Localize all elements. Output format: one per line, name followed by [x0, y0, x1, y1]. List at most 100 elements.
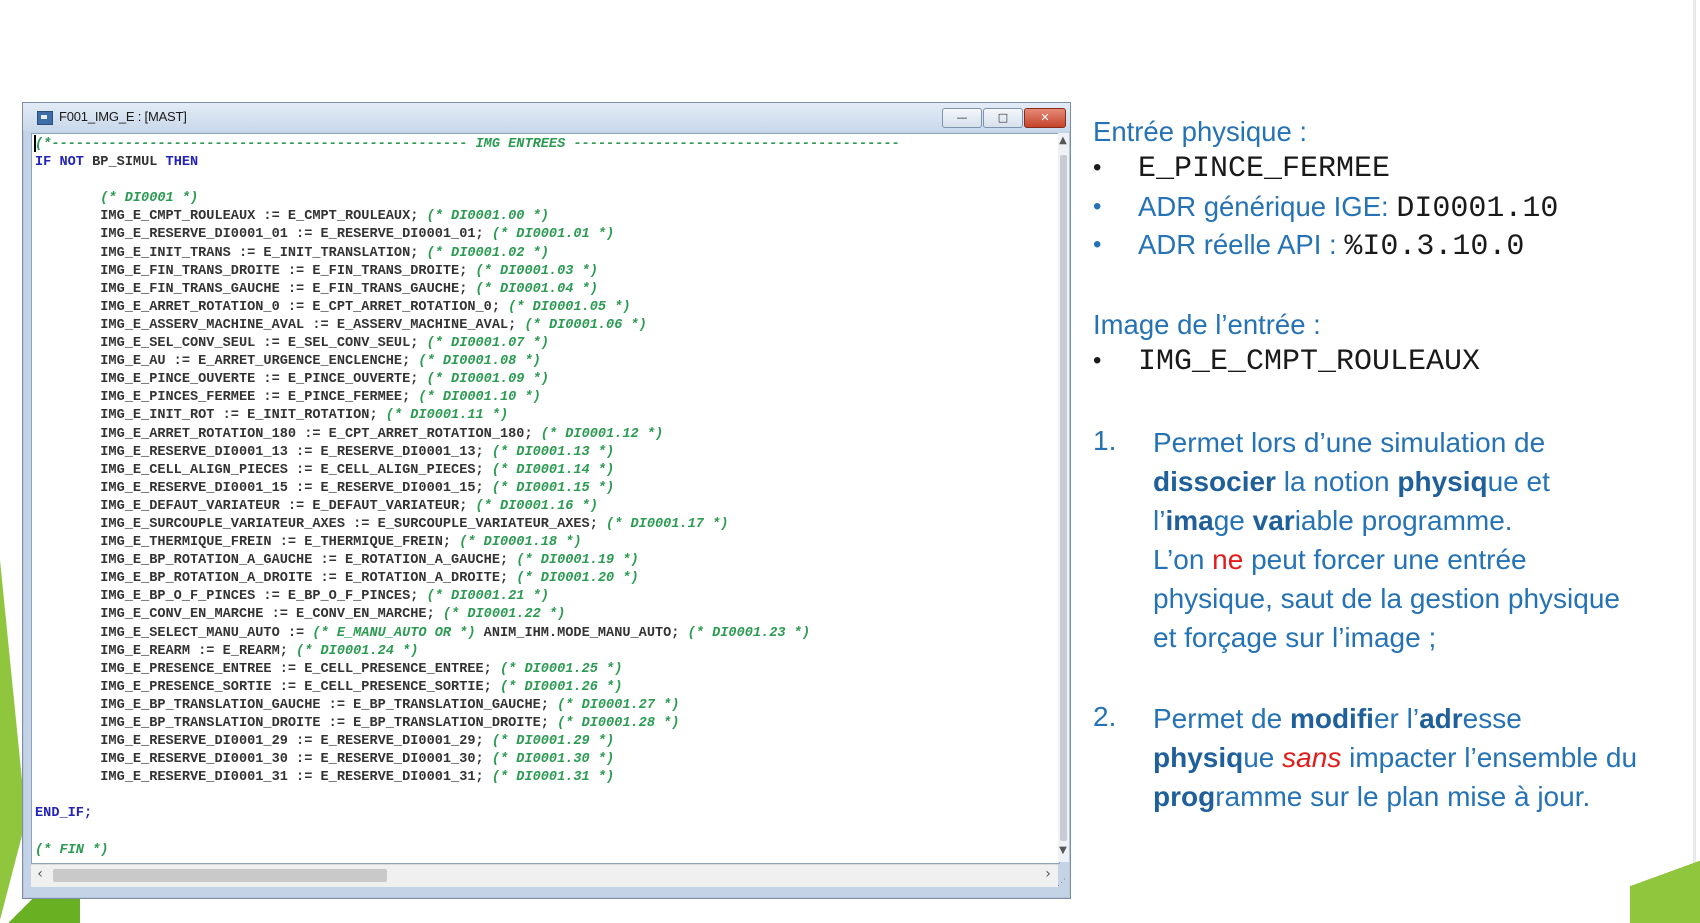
text-run: peut forcer une entrée [1243, 544, 1527, 575]
text-run: physiq [1153, 742, 1244, 773]
code-token: IMG_E_ARRET_ROTATION_0 := E_CPT_ARRET_RO… [35, 299, 509, 315]
code-keyword: END_IF; [35, 806, 93, 822]
minimize-button[interactable]: — [942, 108, 982, 128]
code-comment: (* DI0001.03 *) [475, 263, 598, 279]
item1-text: Permet lors d’une simulation de dissocier… [1153, 423, 1700, 657]
bullet-icon: • [1093, 231, 1102, 258]
code-comment: (* DI0001.18 *) [459, 535, 582, 551]
generic-address-value: DI0001.10 [1396, 192, 1559, 226]
code-token: IMG_E_AU := E_ARRET_URGENCE_ENCLENCHE; [35, 354, 419, 370]
text-run: ne [1212, 544, 1244, 575]
text-run: la notion [1275, 466, 1398, 497]
code-line: IMG_E_BP_O_F_PINCES := E_BP_O_F_PINCES; … [35, 588, 1035, 606]
code-comment: (* DI0001.21 *) [426, 589, 549, 605]
signal-name: E_PINCE_FERMEE [1138, 152, 1391, 186]
scroll-down-icon[interactable]: ▼ [1057, 845, 1069, 859]
decor-right-triangle [1630, 810, 1700, 923]
code-token: IMG_E_FIN_TRANS_DROITE := E_FIN_TRANS_DR… [35, 263, 476, 279]
code-comment: (* DI0001.26 *) [499, 679, 623, 695]
code-line: IMG_E_PINCE_OUVERTE := E_PINCE_OUVERTE; … [35, 371, 1035, 389]
code-line: IMG_E_SURCOUPLE_VARIATEUR_AXES := E_SURC… [35, 516, 1035, 534]
code-token: IMG_E_FIN_TRANS_GAUCHE := E_FIN_TRANS_GA… [35, 281, 476, 297]
item2-number: 2. [1093, 701, 1117, 732]
text-run: er l’ [1373, 703, 1420, 734]
code-comment: (* DI0001.24 *) [296, 643, 419, 659]
code-comment: (* DI0001.23 *) [687, 625, 810, 641]
text-run: ge [1213, 505, 1253, 536]
code-line: IMG_E_REARM := E_REARM; (* DI0001.24 *) [35, 643, 1035, 661]
code-comment: (* DI0001.12 *) [540, 426, 664, 442]
horizontal-scroll-thumb[interactable] [53, 869, 387, 882]
code-comment: (* DI0001.15 *) [491, 480, 615, 496]
code-token: IMG_E_CMPT_ROULEAUX := E_CMPT_ROULEAUX; [35, 209, 427, 225]
text-line: et forçage sur l’image ; [1153, 618, 1700, 657]
code-token: IMG_E_THERMIQUE_FREIN := E_THERMIQUE_FRE… [35, 535, 460, 551]
close-button[interactable]: ✕ [1024, 108, 1066, 128]
text-run: iable programme. [1294, 505, 1513, 536]
maximize-button[interactable]: □ [983, 108, 1023, 128]
item2-text: Permet de modifier l’adresse physique san… [1153, 699, 1700, 816]
code-line: (*--------------------------------------… [35, 136, 1035, 154]
window-titlebar[interactable]: F001_IMG_E : [MAST] — □ ✕ [23, 103, 1070, 131]
code-line: IMG_E_BP_TRANSLATION_DROITE := E_BP_TRAN… [35, 715, 1035, 733]
slide: F001_IMG_E : [MAST] — □ ✕ (*------------… [0, 0, 1700, 923]
text-run: physiq [1397, 466, 1488, 497]
code-comment: (* DI0001.14 *) [491, 462, 615, 478]
code-token: IMG_E_SEL_CONV_SEUL := E_SEL_CONV_SEUL; [35, 336, 427, 352]
code-comment: (* DI0001.00 *) [426, 209, 549, 225]
real-address-label: ADR réelle API : [1138, 229, 1345, 260]
code-keyword: IF [35, 155, 60, 171]
code-keyword: THEN [165, 155, 199, 171]
code-comment: (* DI0001.25 *) [499, 661, 623, 677]
resize-grip-icon[interactable]: ⋰ [1057, 877, 1067, 887]
code-token: IMG_E_PRESENCE_SORTIE := E_CELL_PRESENCE… [35, 679, 500, 695]
text-run: var [1252, 505, 1295, 536]
code-comment: (* DI0001 *) [100, 191, 199, 207]
text-line: l’image variable programme. [1153, 501, 1700, 540]
code-token: IMG_E_RESERVE_DI0001_31 := E_RESERVE_DI0… [35, 770, 492, 786]
text-line: programme sur le plan mise à jour. [1153, 777, 1700, 816]
code-token: IMG_E_INIT_ROT := E_INIT_ROTATION; [35, 408, 386, 424]
scroll-left-icon[interactable]: ‹ [33, 866, 47, 884]
code-line: IMG_E_ARRET_ROTATION_0 := E_CPT_ARRET_RO… [35, 299, 1035, 317]
text-run: Permet de [1153, 703, 1290, 734]
code-comment: (* DI0001.30 *) [491, 752, 615, 768]
code-line: END_IF; [35, 805, 1035, 823]
code-token: IMG_E_BP_TRANSLATION_DROITE := E_BP_TRAN… [35, 716, 558, 731]
text-line: L’on ne peut forcer une entrée [1153, 540, 1700, 579]
text-run: ima [1165, 505, 1214, 536]
item1-number: 1. [1093, 425, 1117, 456]
code-comment: (* DI0001.08 *) [418, 354, 541, 370]
code-comment: (* DI0001.13 *) [491, 444, 615, 460]
code-line: IMG_E_BP_TRANSLATION_GAUCHE := E_BP_TRAN… [35, 697, 1035, 715]
code-line: IMG_E_RESERVE_DI0001_31 := E_RESERVE_DI0… [35, 769, 1035, 787]
scroll-right-icon[interactable]: › [1041, 866, 1055, 884]
code-comment: (* DI0001.10 *) [418, 390, 541, 406]
bullet-icon: • [1093, 154, 1102, 181]
code-line: IMG_E_THERMIQUE_FREIN := E_THERMIQUE_FRE… [35, 534, 1035, 552]
window-app-icon [37, 111, 53, 125]
code-token: IMG_E_BP_TRANSLATION_GAUCHE := E_BP_TRAN… [35, 697, 558, 713]
code-line: IMG_E_BP_ROTATION_A_GAUCHE := E_ROTATION… [35, 552, 1035, 570]
text-run: l’ [1153, 505, 1166, 536]
scroll-up-icon[interactable]: ▲ [1057, 135, 1069, 149]
code-line: IMG_E_CELL_ALIGN_PIECES := E_CELL_ALIGN_… [35, 462, 1035, 480]
text-run: modifi [1289, 703, 1374, 734]
code-token: IMG_E_ARRET_ROTATION_180 := E_CPT_ARRET_… [35, 426, 541, 442]
text-run: prog [1153, 781, 1216, 812]
text-line: physique, saut de la gestion physique [1153, 579, 1700, 618]
code-text[interactable]: (*--------------------------------------… [35, 136, 1035, 860]
code-editor[interactable]: (*--------------------------------------… [31, 133, 1060, 864]
vertical-scroll-thumb[interactable] [1060, 155, 1067, 841]
code-line: IMG_E_RESERVE_DI0001_01 := E_RESERVE_DI0… [35, 226, 1035, 244]
image-heading: Image de l’entrée : [1093, 309, 1321, 340]
code-token: IMG_E_BP_O_F_PINCES := E_BP_O_F_PINCES; [35, 589, 427, 605]
code-line: IMG_E_CMPT_ROULEAUX := E_CMPT_ROULEAUX; … [35, 208, 1035, 226]
code-comment: (* DI0001.20 *) [516, 571, 639, 587]
code-line: IMG_E_CONV_EN_MARCHE := E_CONV_EN_MARCHE… [35, 606, 1035, 624]
code-comment: (* DI0001.28 *) [557, 716, 680, 731]
text-line: Permet lors d’une simulation de [1153, 423, 1700, 462]
text-run: ue [1243, 742, 1283, 773]
